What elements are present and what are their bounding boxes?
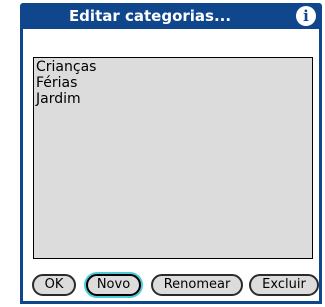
info-icon[interactable]: i xyxy=(296,6,316,26)
ok-button[interactable]: OK xyxy=(32,274,76,296)
category-list[interactable]: Crianças Férias Jardim xyxy=(33,57,313,259)
delete-button[interactable]: Excluir xyxy=(249,274,319,296)
new-button[interactable]: Novo xyxy=(86,274,141,296)
list-item[interactable]: Férias xyxy=(36,75,312,91)
rename-button[interactable]: Renomear xyxy=(151,274,243,296)
title-bar: Editar categorias... i xyxy=(20,3,322,29)
list-item[interactable]: Crianças xyxy=(36,59,312,75)
dialog-title: Editar categorias... xyxy=(68,7,232,25)
button-row: OK Novo Renomear Excluir xyxy=(32,274,322,298)
list-item[interactable]: Jardim xyxy=(36,91,312,107)
edit-categories-dialog: Editar categorias... i Crianças Férias J… xyxy=(0,0,325,307)
